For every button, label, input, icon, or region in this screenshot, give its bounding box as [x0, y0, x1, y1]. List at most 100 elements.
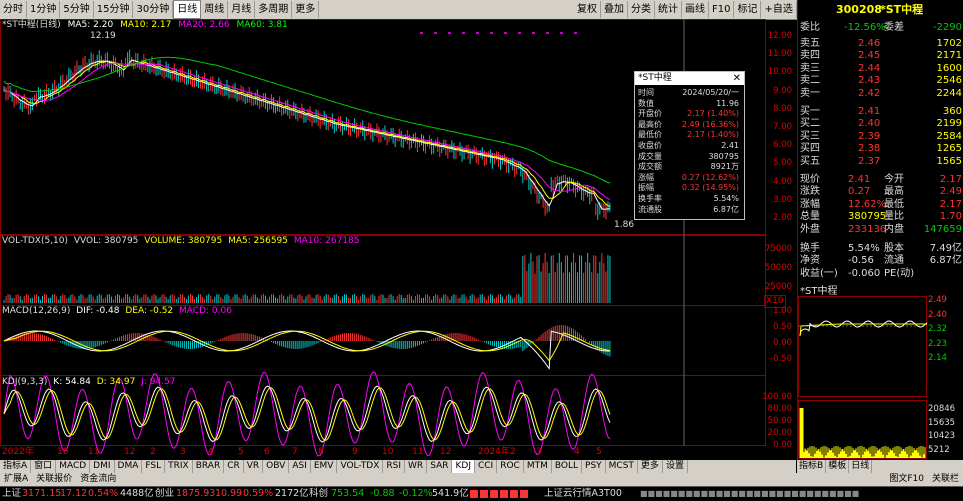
tool-button-0[interactable]: 复权: [574, 1, 601, 18]
period-tab-7[interactable]: 月线: [228, 1, 256, 18]
tool-button-3[interactable]: 统计: [655, 1, 682, 18]
stat-value: 0.27: [848, 186, 871, 198]
tool-button-1[interactable]: 叠加: [601, 1, 628, 18]
kc-value: 753.54: [331, 488, 365, 499]
right-tab-1[interactable]: 模板: [826, 460, 850, 473]
indicator-tab-0[interactable]: 指标A: [0, 460, 32, 473]
right-tab-2[interactable]: 日线: [849, 460, 873, 473]
period-tab-0[interactable]: 分时: [0, 1, 27, 18]
buy-level-row[interactable]: 买二 2.40 2199: [798, 118, 963, 130]
extension-tab-2[interactable]: 资金流向: [76, 473, 120, 486]
vol-legend-title: VOL-TDX(5,10): [2, 236, 69, 246]
buy-level-row[interactable]: 买一 2.41 360: [798, 106, 963, 118]
axis-tick-label: 8.00: [773, 103, 792, 114]
period-tab-1[interactable]: 1分钟: [27, 1, 61, 18]
extension-right-tab-1[interactable]: 关联栏: [928, 473, 963, 486]
indicator-tab-16[interactable]: SAR: [427, 460, 453, 473]
tool-button-2[interactable]: 分类: [628, 1, 655, 18]
indicator-tab-7[interactable]: BRAR: [193, 460, 225, 473]
indicator-tab-8[interactable]: CR: [224, 460, 244, 473]
extension-right-tab-0[interactable]: 图文F10: [885, 473, 928, 486]
level-volume: 1702: [936, 38, 962, 49]
close-icon[interactable]: ✕: [733, 72, 741, 85]
indicator-tab-20[interactable]: MTM: [524, 460, 552, 473]
mini-axis-label: 2.40: [928, 309, 947, 320]
cy-percent: 0.59%: [243, 488, 274, 499]
period-tab-6[interactable]: 周线: [201, 1, 229, 18]
event-marker: [532, 32, 535, 34]
indicator-tab-22[interactable]: PSY: [582, 460, 606, 473]
tool-button-5[interactable]: F10: [709, 1, 735, 18]
sell-level-row[interactable]: 卖五 2.46 1702: [798, 38, 963, 50]
level-label: 买一: [800, 106, 820, 117]
mini-price-line: [799, 320, 928, 337]
mini-vol-axis-label: 15635: [928, 417, 956, 428]
tool-button-6[interactable]: 标记: [734, 1, 762, 18]
tool-button-7[interactable]: +自选: [761, 1, 797, 18]
indicator-tab-21[interactable]: BOLL: [552, 460, 583, 473]
axis-tick-label: -0.50: [770, 354, 792, 364]
indicator-tab-19[interactable]: ROC: [497, 460, 524, 473]
level-price: 2.44: [858, 62, 881, 74]
indicator-tab-4[interactable]: DMA: [115, 460, 143, 473]
main-legend-title: *ST中程(日线): [2, 20, 61, 30]
period-tab-8[interactable]: 多周期: [255, 1, 293, 18]
event-marker: [448, 32, 451, 34]
buy-level-row[interactable]: 买五 2.37 1565: [798, 156, 963, 168]
stat-label: 流通: [884, 255, 904, 267]
stat-label: 最低: [884, 198, 904, 210]
extension-bar: 扩展A 关联报价 资金流向 图文F10 关联栏: [0, 473, 963, 486]
indicator-tab-3[interactable]: DMI: [90, 460, 115, 473]
extension-tab-1[interactable]: 关联报价: [32, 473, 76, 486]
indicator-tab-6[interactable]: TRIX: [165, 460, 193, 473]
stat-label: 总量: [800, 211, 820, 223]
indicator-tab-11[interactable]: ASI: [289, 460, 311, 473]
period-tab-3[interactable]: 15分钟: [94, 1, 134, 18]
indicator-tab-2[interactable]: MACD: [56, 460, 91, 473]
indicator-tab-1[interactable]: 窗口: [31, 460, 57, 473]
indicator-tabs: 指标A 窗口 MACD DMI DMA FSL TRIX BRAR CR VR OBV ASI EMV V…: [0, 460, 796, 473]
indicator-tab-25[interactable]: 设置: [663, 460, 688, 473]
sell-level-row[interactable]: 卖四 2.45 2171: [798, 50, 963, 62]
event-marker: [504, 32, 507, 34]
date-tick-label: 8: [318, 447, 324, 457]
level-label: 买三: [800, 130, 820, 142]
indicator-tab-12[interactable]: EMV: [311, 460, 338, 473]
indicator-tab-13[interactable]: VOL-TDX: [337, 460, 384, 473]
indicator-tab-23[interactable]: MCST: [606, 460, 638, 473]
indicator-tab-14[interactable]: RSI: [383, 460, 406, 473]
ma5-line: [3, 59, 611, 210]
feed-status: 上证云行情A3T00: [544, 488, 622, 499]
sell-level-row[interactable]: 卖三 2.44 1600: [798, 63, 963, 75]
indicator-tab-15[interactable]: WR: [405, 460, 428, 473]
tooltip-value: 2.17 (1.40%): [686, 130, 739, 140]
sell-level-row[interactable]: 卖二 2.43 2546: [798, 75, 963, 87]
stat-row: 总量 380795 量比 1.70: [798, 211, 963, 223]
event-marker: [518, 32, 521, 34]
right-tab-0[interactable]: 指标B: [797, 460, 827, 473]
sell-level-row[interactable]: 卖一 2.42 2244: [798, 88, 963, 100]
indicator-tab-5[interactable]: FSL: [142, 460, 166, 473]
kc-change: -0.88: [370, 488, 395, 499]
level-volume: 1265: [936, 143, 962, 155]
date-tick-label: 11: [88, 447, 100, 457]
extension-tab-0[interactable]: 扩展A: [0, 473, 32, 486]
indicator-tab-10[interactable]: OBV: [263, 460, 290, 473]
buy-level-row[interactable]: 买三 2.39 2584: [798, 131, 963, 143]
tool-button-4[interactable]: 画线: [682, 1, 709, 18]
period-tab-2[interactable]: 5分钟: [60, 1, 94, 18]
indicator-tab-9[interactable]: VR: [244, 460, 264, 473]
period-tab-4[interactable]: 30分钟: [133, 1, 174, 18]
buy-level-row[interactable]: 买四 2.38 1265: [798, 143, 963, 155]
indicator-tab-24[interactable]: 更多: [638, 460, 663, 473]
period-tab-5[interactable]: 日线: [173, 0, 202, 19]
indicator-tab-18[interactable]: CCI: [475, 460, 498, 473]
indicator-tab-17[interactable]: KDJ: [452, 460, 475, 473]
period-tab-9[interactable]: 更多: [292, 1, 320, 18]
level-price: 2.41: [858, 106, 881, 117]
stat-value: 2.41: [848, 174, 871, 185]
stat-label: 股本: [884, 243, 904, 254]
axis-tick-label: 10.00: [767, 67, 792, 78]
high-price-label: 12.19: [90, 31, 116, 41]
level-label: 卖一: [800, 87, 820, 99]
